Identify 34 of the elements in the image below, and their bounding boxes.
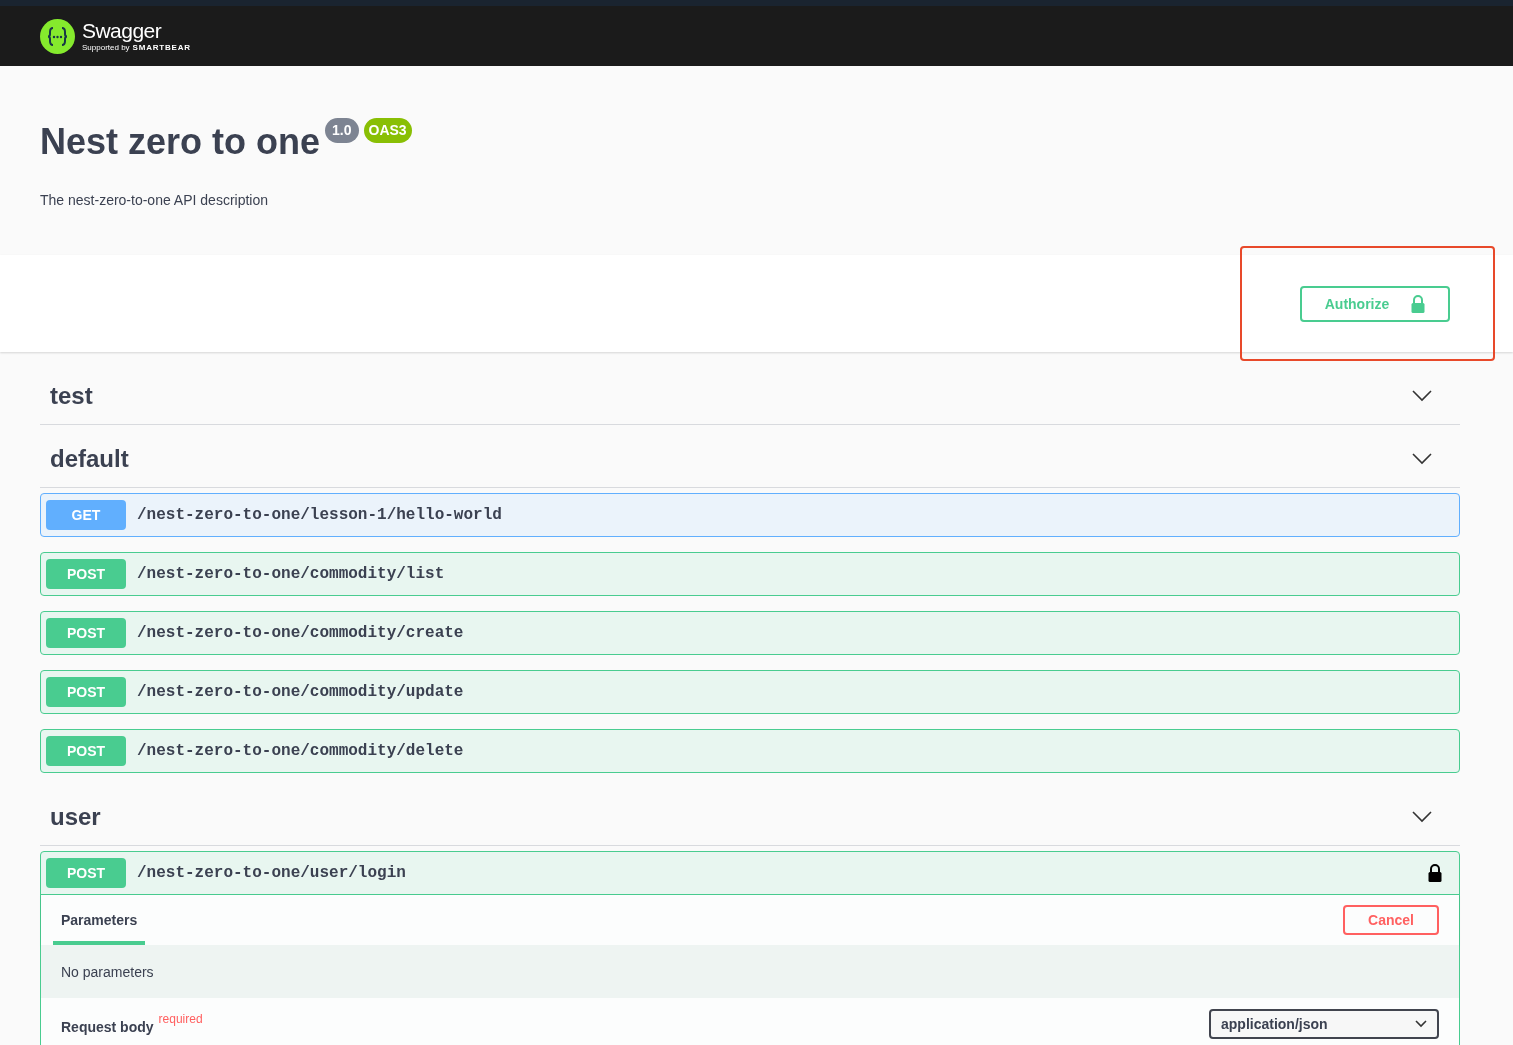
tag-heading[interactable]: test — [50, 377, 93, 414]
logo-tagline: Supported by — [82, 44, 130, 52]
method-badge: POST — [46, 736, 126, 766]
lock-icon — [1411, 294, 1426, 313]
no-parameters-text: No parameters — [61, 962, 154, 982]
endpoint-path[interactable]: /nest-zero-to-one/user/login — [137, 861, 406, 885]
method-badge: POST — [46, 677, 126, 707]
endpoint-path[interactable]: /nest-zero-to-one/commodity/list — [137, 562, 445, 586]
required-label: required — [158, 1011, 203, 1027]
spec-badge: OAS3 — [363, 118, 412, 143]
endpoint-path[interactable]: /nest-zero-to-one/commodity/create — [137, 621, 464, 645]
swagger-logo[interactable]: Swagger Supported by SMARTBEAR — [40, 18, 191, 54]
braces-logo-icon — [40, 18, 75, 54]
chevron-icon[interactable] — [1412, 389, 1432, 402]
logo-wordmark: Swagger — [82, 20, 163, 41]
method-badge: GET — [46, 500, 126, 530]
api-title: Nest zero to one — [40, 124, 321, 160]
tag-heading[interactable]: default — [50, 440, 129, 477]
lock-icon — [1428, 864, 1442, 882]
request-body-label: Request body — [61, 1018, 154, 1037]
api-description: The nest-zero-to-one API description — [40, 191, 269, 210]
endpoint-path[interactable]: /nest-zero-to-one/commodity/delete — [137, 739, 464, 763]
chevron-icon[interactable] — [1412, 452, 1432, 465]
chevron-icon[interactable] — [1412, 810, 1432, 823]
content-type-select[interactable]: application/json — [1209, 1009, 1439, 1039]
endpoint-path[interactable]: /nest-zero-to-one/lesson-1/hello-world — [137, 503, 502, 527]
version-badge: 1.0 — [325, 118, 359, 143]
logo-brand: SMARTBEAR — [132, 44, 191, 52]
caret-icon — [1415, 1020, 1427, 1028]
endpoint-path[interactable]: /nest-zero-to-one/commodity/update — [137, 680, 464, 704]
method-badge: POST — [46, 858, 126, 888]
method-badge: POST — [46, 618, 126, 648]
method-badge: POST — [46, 559, 126, 589]
tag-heading[interactable]: user — [50, 798, 101, 835]
